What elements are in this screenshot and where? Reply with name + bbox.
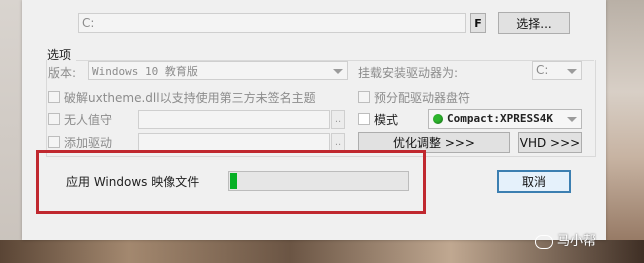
desktop-left-edge	[0, 0, 22, 263]
cancel-button[interactable]: 取消	[497, 170, 571, 193]
uxtheme-label: 破解uxtheme.dll以支持使用第三方未签名主题	[64, 91, 316, 105]
watermark-text: 马小帮	[557, 234, 597, 249]
version-label: 版本:	[48, 66, 77, 80]
mount-drive-select[interactable]: C:	[532, 61, 582, 80]
unattend-checkbox[interactable]	[48, 113, 60, 125]
mount-drive-value: C:	[536, 63, 549, 77]
source-path-field[interactable]: C:	[78, 13, 466, 33]
mode-label: 模式	[374, 113, 399, 127]
cancel-button-label: 取消	[521, 175, 546, 189]
mode-select[interactable]: Compact:XPRESS4K	[428, 109, 582, 129]
source-path-value: C:	[82, 16, 95, 30]
chevron-down-icon	[567, 117, 577, 122]
status-dot-icon	[433, 114, 443, 124]
browse-button-label: 选择...	[516, 16, 552, 31]
chevron-down-icon	[333, 68, 343, 74]
tweak-button-label: 优化调整 >>>	[393, 136, 475, 150]
mount-label: 挂载安装驱动器为:	[358, 66, 459, 80]
browse-button[interactable]: 选择...	[498, 12, 570, 34]
mode-checkbox[interactable]	[358, 113, 370, 125]
f-button-label: F	[474, 16, 482, 30]
unattend-browse-label: ..	[334, 114, 342, 125]
unattend-path-field[interactable]	[138, 110, 330, 129]
chat-bubble-icon	[535, 234, 553, 249]
version-select-value: Windows 10 教育版	[92, 65, 198, 78]
options-group-title: 选项	[47, 48, 72, 62]
uxtheme-checkbox[interactable]	[48, 91, 60, 103]
prealloc-checkbox[interactable]	[358, 91, 370, 103]
watermark: 马小帮	[535, 230, 596, 249]
f-button[interactable]: F	[470, 13, 486, 33]
add-driver-label: 添加驱动	[64, 136, 113, 150]
highlight-annotation-box	[36, 150, 426, 214]
vhd-button[interactable]: VHD >>>	[518, 132, 582, 153]
version-select[interactable]: Windows 10 教育版	[88, 61, 348, 80]
add-driver-browse-label: ..	[334, 137, 342, 148]
mode-select-value: Compact:XPRESS4K	[447, 112, 553, 125]
chevron-down-icon	[567, 68, 577, 74]
vhd-button-label: VHD >>>	[519, 135, 581, 150]
desktop-right-edge	[606, 0, 644, 263]
add-driver-checkbox[interactable]	[48, 136, 60, 148]
prealloc-label: 预分配驱动器盘符	[374, 91, 471, 105]
unattend-label: 无人值守	[64, 113, 113, 127]
unattend-browse-button[interactable]: ..	[331, 110, 345, 129]
